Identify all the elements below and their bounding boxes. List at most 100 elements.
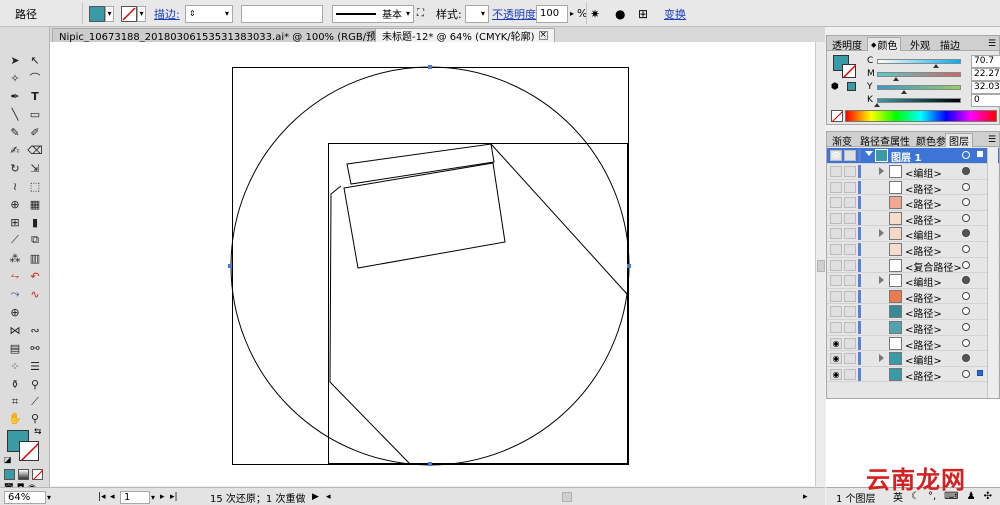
chevron-right-icon[interactable]: ▸	[570, 9, 574, 18]
web-safe-swatch[interactable]	[847, 82, 856, 91]
lock-toggle[interactable]	[844, 228, 856, 240]
lock-toggle[interactable]	[844, 337, 856, 349]
slider-knob[interactable]	[892, 77, 899, 81]
chevron-right-icon[interactable]	[879, 229, 884, 238]
pencil-tool-icon[interactable]: ✐	[26, 124, 44, 140]
panel-stroke-swatch[interactable]	[842, 64, 856, 78]
layer-row[interactable]: <编组>	[827, 273, 999, 289]
chevron-down-icon[interactable]: ▾	[47, 493, 51, 502]
perspective-grid-tool-icon[interactable]: ▦	[26, 196, 44, 212]
hand-tool-icon[interactable]: ✋	[6, 410, 24, 426]
slider-track[interactable]	[877, 98, 961, 103]
tab-attributes[interactable]: 属性	[887, 133, 913, 148]
target-icon[interactable]	[962, 198, 970, 207]
keyboard-icon[interactable]: ⌨	[944, 491, 958, 502]
color-spectrum-bar[interactable]	[845, 110, 997, 122]
eye-icon[interactable]: ◉	[830, 368, 842, 380]
layer-row[interactable]: <编组>	[827, 164, 999, 180]
tab-gradient[interactable]: 渐变	[829, 133, 855, 148]
chevron-down-icon[interactable]	[865, 151, 873, 156]
layer-item-name[interactable]: <复合路径>	[905, 259, 962, 274]
zoom-field[interactable]: 64%	[4, 490, 46, 504]
live-paint-tool-icon[interactable]: ⚱	[6, 376, 24, 392]
eye-icon[interactable]: ◉	[830, 337, 842, 349]
target-icon[interactable]	[962, 182, 970, 191]
tab-layers[interactable]: 图层	[945, 133, 973, 148]
blend-tool-icon[interactable]: ⧉	[26, 232, 44, 248]
eye-icon[interactable]	[830, 197, 842, 209]
stepper-icon[interactable]: ⇕	[189, 9, 196, 18]
tab-appearance[interactable]: 外观	[907, 37, 933, 52]
layer-row[interactable]: <路径>	[827, 320, 999, 336]
ime-language-label[interactable]: 英	[893, 489, 903, 504]
black-slider[interactable]: K 0 %	[867, 94, 1000, 107]
person-icon[interactable]: ♟	[967, 491, 976, 502]
layer-row[interactable]: <路径>	[827, 211, 999, 227]
swap-colors-icon[interactable]: ⇆	[34, 427, 42, 437]
chevron-down-icon[interactable]: ▾	[105, 5, 114, 22]
settings-icon[interactable]: ✣	[984, 491, 992, 502]
variable-width-field[interactable]	[241, 4, 323, 23]
eye-icon[interactable]	[830, 322, 842, 333]
last-page-icon[interactable]: ▸|	[170, 490, 178, 504]
wave-shape-tool-icon[interactable]: ∾	[26, 322, 44, 338]
out-of-gamut-icon[interactable]: ⬢	[831, 82, 839, 92]
color-mode-icon[interactable]	[4, 469, 15, 480]
rotate-tool-icon[interactable]: ↻	[6, 160, 24, 176]
symbol-sprayer-tool-icon[interactable]: ⁂	[6, 250, 24, 266]
warp-tool-icon[interactable]: ≀	[6, 178, 24, 194]
layer-row[interactable]: <路径>	[827, 289, 999, 305]
transform-link[interactable]: 变换	[664, 4, 686, 23]
layers-scrollbar[interactable]	[987, 148, 998, 398]
graph-tool-icon[interactable]: ▤	[6, 340, 24, 356]
target-icon[interactable]	[962, 369, 970, 378]
free-transform-tool-icon[interactable]: ⬚	[26, 178, 44, 194]
layer-item-name[interactable]: <路径>	[905, 196, 942, 211]
chevron-right-icon[interactable]	[879, 167, 884, 175]
slider-value-field[interactable]: 0	[971, 94, 1000, 107]
layer-row[interactable]: ◉ <路径>	[827, 367, 999, 383]
crosshair-tool-icon[interactable]: ⊕	[6, 304, 24, 320]
magic-wand-tool-icon[interactable]: ✧	[6, 70, 24, 86]
line-tool-icon[interactable]: ╲	[6, 106, 24, 122]
tab-transparency[interactable]: 透明度	[829, 37, 865, 52]
fill-swatch-control[interactable]: ▾	[89, 4, 114, 23]
layer-row[interactable]: <编组>	[827, 226, 999, 242]
cyan-slider[interactable]: C 70.7 %	[867, 55, 1000, 68]
list-tool-icon[interactable]: ☰	[26, 358, 44, 374]
stroke-none-icon[interactable]	[121, 5, 137, 22]
none-swatch[interactable]	[831, 110, 843, 122]
layer-item-name[interactable]: <路径>	[905, 368, 942, 383]
target-icon[interactable]	[962, 151, 970, 159]
layer-item-name[interactable]: <编组>	[905, 227, 942, 242]
layer-name[interactable]: 图层 1	[891, 149, 921, 164]
target-icon[interactable]	[962, 260, 970, 269]
scroll-right-icon[interactable]: ▸	[803, 490, 808, 504]
layer-item-name[interactable]: <编组>	[905, 165, 942, 180]
graphic-style-picker[interactable]: ▾	[465, 4, 489, 23]
stroke-swatch-control[interactable]: ▾	[121, 4, 146, 23]
eye-icon[interactable]	[830, 181, 842, 193]
document-tab[interactable]: Nipic_10673188_20180306153531383033.ai* …	[52, 28, 410, 43]
lock-toggle[interactable]	[844, 166, 856, 177]
twist-tool-icon[interactable]: ⚯	[26, 340, 44, 356]
rectangle-tool-icon[interactable]: ▭	[26, 106, 44, 122]
slider-value-field[interactable]: 70.7	[971, 55, 1000, 68]
panel-menu-icon[interactable]: ☰	[985, 37, 999, 51]
layer-item-name[interactable]: <编组>	[905, 274, 942, 289]
scrollbar-thumb[interactable]	[817, 260, 825, 272]
blob-brush-tool-icon[interactable]: ✍	[6, 142, 24, 158]
lock-toggle[interactable]	[844, 181, 856, 193]
vertical-scrollbar[interactable]	[815, 42, 825, 486]
tab-stroke[interactable]: 描边	[937, 37, 963, 52]
live-paint-select-tool-icon[interactable]: ⚲	[26, 376, 44, 392]
slider-track[interactable]	[877, 59, 961, 64]
stroke-color-box[interactable]	[19, 441, 39, 461]
layer-item-name[interactable]: <路径>	[905, 290, 942, 305]
layer-item-name[interactable]: <路径>	[905, 212, 942, 227]
target-icon[interactable]	[962, 167, 970, 175]
eyedropper-tool-icon[interactable]: ⟋	[6, 232, 24, 248]
layer-row[interactable]: ◉ <路径>	[827, 336, 999, 352]
eraser-tool-icon[interactable]: ⌫	[26, 142, 44, 158]
layer-item-name[interactable]: <编组>	[905, 352, 942, 367]
